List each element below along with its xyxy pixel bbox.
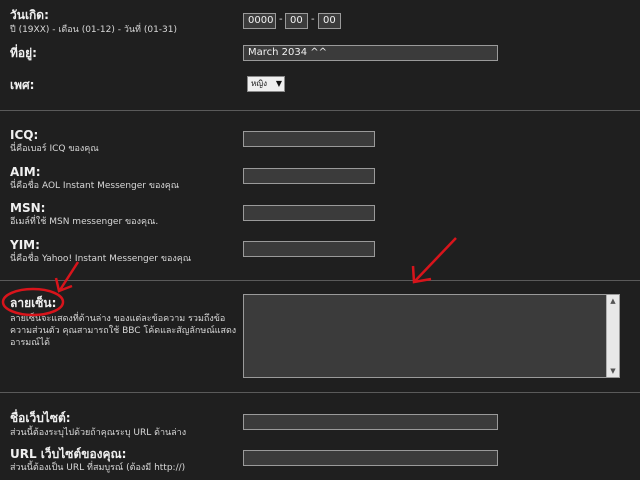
msn-label: MSN: bbox=[10, 201, 46, 215]
signature-hint-line-2: ความส่วนตัว คุณสามารถใช้ BBC โค้ดและสัญล… bbox=[10, 326, 237, 336]
location-input[interactable]: March 2034 ^^ bbox=[243, 45, 498, 61]
icq-hint: นี่คือเบอร์ ICQ ของคุณ bbox=[10, 144, 99, 154]
annotation-overlay bbox=[1, 237, 457, 317]
chevron-down-icon: ▼ bbox=[275, 79, 282, 88]
birthday-hint: ปี (19XX) - เดือน (01-12) - วันที่ (01-3… bbox=[10, 25, 178, 35]
birth-day-input[interactable]: 00 bbox=[318, 13, 341, 29]
gender-selected-value: หญิง bbox=[251, 79, 267, 88]
website-url-label: URL เว็บไซต์ของคุณ: bbox=[10, 447, 127, 461]
scroll-up-icon[interactable]: ▲ bbox=[607, 295, 619, 307]
birth-dash-1: - bbox=[279, 14, 283, 25]
icq-input[interactable] bbox=[243, 131, 375, 147]
signature-label: ลายเซ็น: bbox=[10, 296, 57, 310]
gender-select[interactable]: หญิง ▼ bbox=[247, 76, 285, 92]
yim-label: YIM: bbox=[10, 238, 40, 252]
website-title-hint: ส่วนนี้ต้องระบุไปด้วยถ้าคุณระบุ URL ด้าน… bbox=[10, 428, 187, 438]
msn-input[interactable] bbox=[243, 205, 375, 221]
birthday-label: วันเกิด: bbox=[10, 8, 49, 22]
annotation-arrow-left bbox=[58, 261, 80, 291]
msn-hint: อีเมล์ที่ใช้ MSN messenger ของคุณ. bbox=[10, 217, 159, 227]
website-title-input[interactable] bbox=[243, 414, 498, 430]
signature-scrollbar[interactable]: ▲ ▼ bbox=[606, 295, 619, 377]
icq-label: ICQ: bbox=[10, 128, 39, 142]
birth-year-input[interactable]: 0000 bbox=[243, 13, 276, 29]
yim-input[interactable] bbox=[243, 241, 375, 257]
website-url-hint: ส่วนนี้ต้องเป็น URL ที่สมบูรณ์ (ต้องมี h… bbox=[10, 463, 186, 473]
birth-dash-2: - bbox=[311, 14, 315, 25]
section-divider-3 bbox=[0, 392, 640, 393]
birth-month-input[interactable]: 00 bbox=[285, 13, 308, 29]
annotation-arrow-right bbox=[414, 237, 457, 282]
website-url-input[interactable] bbox=[243, 450, 498, 466]
yim-hint: นี่คือชื่อ Yahoo! Instant Messenger ของค… bbox=[10, 254, 192, 264]
gender-label: เพศ: bbox=[10, 78, 35, 92]
location-label: ที่อยู่: bbox=[10, 46, 37, 60]
signature-textarea[interactable]: ▲ ▼ bbox=[243, 294, 620, 378]
signature-hint-line-1: ลายเซ็นจะแสดงที่ด้านล่าง ของแต่ละข้อความ… bbox=[10, 314, 226, 324]
signature-hint-line-3: อารมณ์ได้ bbox=[10, 338, 50, 348]
section-divider-2 bbox=[0, 280, 640, 281]
website-title-label: ชื่อเว็บไซต์: bbox=[10, 411, 71, 425]
aim-hint: นี่คือชื่อ AOL Instant Messenger ของคุณ bbox=[10, 181, 180, 191]
aim-label: AIM: bbox=[10, 165, 41, 179]
aim-input[interactable] bbox=[243, 168, 375, 184]
section-divider-1 bbox=[0, 110, 640, 111]
scroll-down-icon[interactable]: ▼ bbox=[607, 365, 619, 377]
